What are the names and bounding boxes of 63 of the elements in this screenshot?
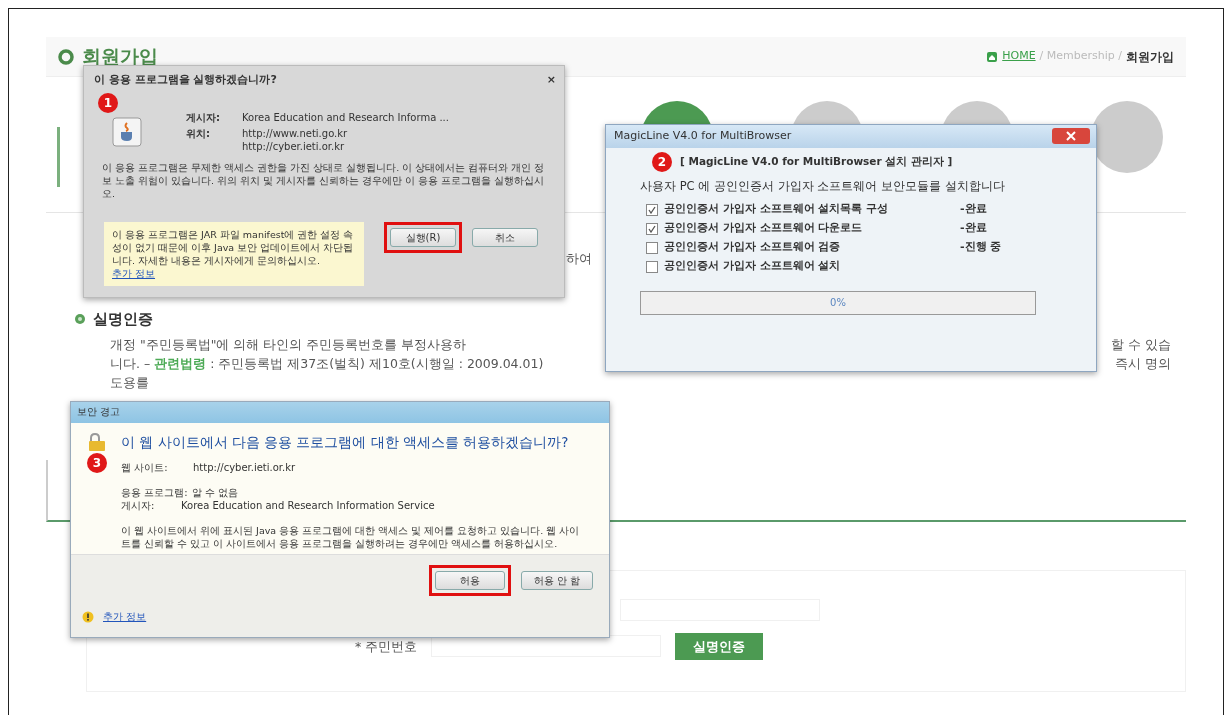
checkbox[interactable] xyxy=(646,241,658,254)
dialog-button[interactable]: 허용 xyxy=(434,571,505,590)
breadcrumb-current: 회원가입 xyxy=(1126,48,1174,66)
more-info-link[interactable]: 추가 정보 xyxy=(112,267,156,279)
task-status: -완료 xyxy=(960,220,987,237)
dialog-title: 이 응용 프로그램을 실행하겠습니까? xyxy=(94,72,277,88)
task-status: -완료 xyxy=(960,201,987,218)
field-value: Korea Education and Research Information Service xyxy=(181,498,435,512)
task-status: -진행 중 xyxy=(960,239,1002,256)
java-cup-icon xyxy=(112,116,142,147)
ring-icon xyxy=(58,48,74,65)
close-icon xyxy=(1066,131,1076,142)
field-label: * 주민번호 xyxy=(355,637,418,656)
text-fragment: 하여 xyxy=(566,250,592,268)
step-badge: 3 xyxy=(87,452,107,473)
field-label: 위치: xyxy=(186,126,211,141)
step-panel-edge xyxy=(57,127,60,187)
dialog-button[interactable]: 취소 xyxy=(472,227,538,247)
warning-note: 이 응용 프로그램은 JAR 파일 manifest에 권한 설정 속성이 없기 때문에 이후 Java 보안 업데이트에서 차단됩니다. 자세한 내용은 게시자에게 문의하십시오. 추가 정보 xyxy=(104,221,364,286)
paragraph-text: 즉시 명의 xyxy=(1115,354,1171,373)
dialog-message: 이 응용 프로그램은 무제한 액세스 권한을 가진 상태로 실행됩니다. 이 상태에서는 컴퓨터와 개인 정보 노출 위험이 있습니다. 위의 위치 및 게시자를 신뢰하는 경우에만 이 응용 프로그램을 실행하십시오. xyxy=(102,160,546,200)
close-button[interactable]: × xyxy=(546,72,556,89)
task-label: 공인인증서 가입자 소프트웨어 설치 xyxy=(664,258,842,275)
field-label: 게시자: xyxy=(186,110,221,124)
check-icon xyxy=(648,224,656,233)
dialog-button[interactable]: 실행(R) xyxy=(390,227,456,247)
close-button[interactable] xyxy=(1052,128,1090,145)
field-value: Korea Education and Research Informa ... xyxy=(242,110,449,124)
checkbox[interactable] xyxy=(646,260,658,273)
task-label: 공인인증서 가입자 소프트웨어 다운로드 xyxy=(664,220,864,237)
paragraph-text: 도용를 xyxy=(110,373,149,392)
task-label: 공인인증서 가입자 소프트웨어 검증 xyxy=(664,239,842,256)
paragraph-text: 니다. – 관련법령 : 주민등록법 제37조(벌칙) 제10호(시행일 : 2009.04.01) xyxy=(110,354,544,373)
progress-reading: 0% xyxy=(830,295,846,310)
field-value: http://cyber.ieti.or.kr xyxy=(193,460,296,474)
check-icon xyxy=(648,205,656,214)
field-value: http://cyber.ieti.or.kr xyxy=(242,139,346,153)
field-label: 응용 프로그램: xyxy=(121,485,188,499)
home-icon xyxy=(986,50,999,63)
field-value: 알 수 없음 xyxy=(191,485,238,499)
paragraph-text: 개정 "주민등록법"에 의해 타인의 주민등록번호를 부정사용하 xyxy=(110,335,467,354)
checkbox[interactable] xyxy=(646,222,658,235)
dialog-heading: 이 웹 사이트에서 다음 응용 프로그램에 대한 액세스를 허용하겠습니까? xyxy=(121,432,570,451)
more-info-link[interactable]: 추가 정보 xyxy=(103,610,147,623)
paragraph-text: 할 수 있습 xyxy=(1111,335,1171,354)
dialog-heading: [ MagicLine V4.0 for MultiBrowser 설치 관리자 ] xyxy=(680,153,953,169)
breadcrumb-path: / Membership / xyxy=(1039,48,1122,65)
section-title: 실명인증 xyxy=(93,309,153,330)
dialog-title: 보안 경고 xyxy=(77,406,121,417)
step-badge: 1 xyxy=(98,92,118,113)
field-label: 웹 사이트: xyxy=(121,460,169,474)
dialog-title: MagicLine V4.0 for MultiBrowser xyxy=(614,128,792,144)
field-value: http://www.neti.go.kr xyxy=(242,126,349,140)
field-label: 게시자: xyxy=(121,498,156,512)
dialog-message: 사용자 PC 에 공인인증서 가입자 소프트웨어 보안모듈를 설치합니다 xyxy=(640,177,1006,194)
bullet-icon xyxy=(75,314,85,325)
task-label: 공인인증서 가입자 소프트웨어 설치목록 구성 xyxy=(664,201,890,218)
dialog-message: 이 웹 사이트에서 위에 표시된 Java 응용 프로그램에 대한 액세스 및 제어를 요청하고 있습니다. 웹 사이트를 신뢰할 수 있고 이 사이트에서 응용 프로그램을 실행하려는 경우에만 액세스를 허용하십시오. xyxy=(121,523,581,550)
warning-icon xyxy=(81,610,95,623)
checkbox[interactable] xyxy=(646,203,658,216)
padlock-icon xyxy=(87,432,107,451)
step-badge: 2 xyxy=(652,151,672,172)
dialog-button[interactable]: 허용 안 함 xyxy=(520,571,593,590)
